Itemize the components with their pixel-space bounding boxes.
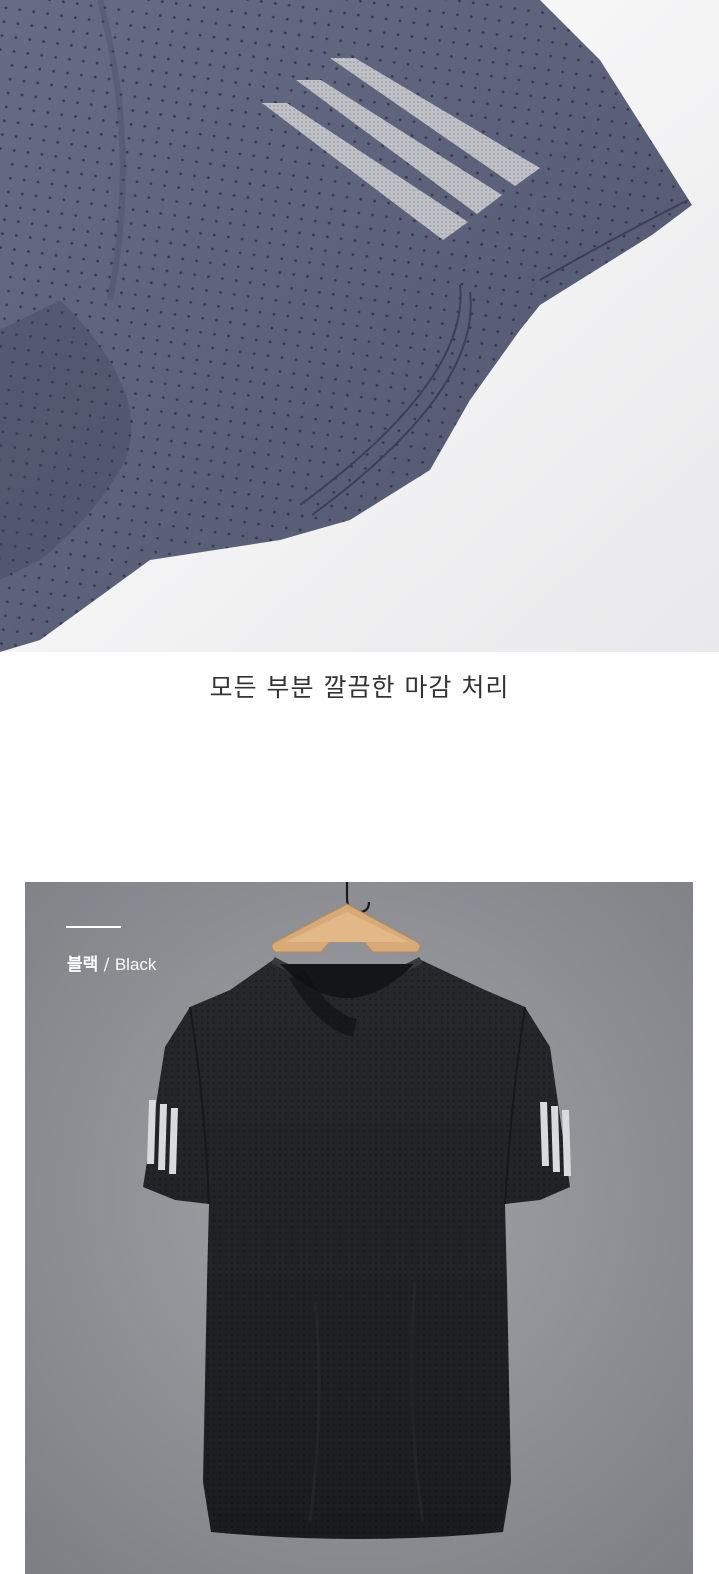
color-label-divider [66, 926, 121, 928]
finish-caption: 모든 부분 깔끔한 마감 처리 [209, 673, 510, 702]
color-name-english: Black [114, 955, 157, 974]
color-name-korean: 블랙 [67, 955, 99, 975]
sleeve-closeup-image [0, 0, 719, 652]
color-separator: / [98, 955, 115, 975]
color-option-label: 블랙 / Black [67, 950, 156, 975]
black-tshirt-image: 블랙 / Black [25, 882, 693, 1574]
